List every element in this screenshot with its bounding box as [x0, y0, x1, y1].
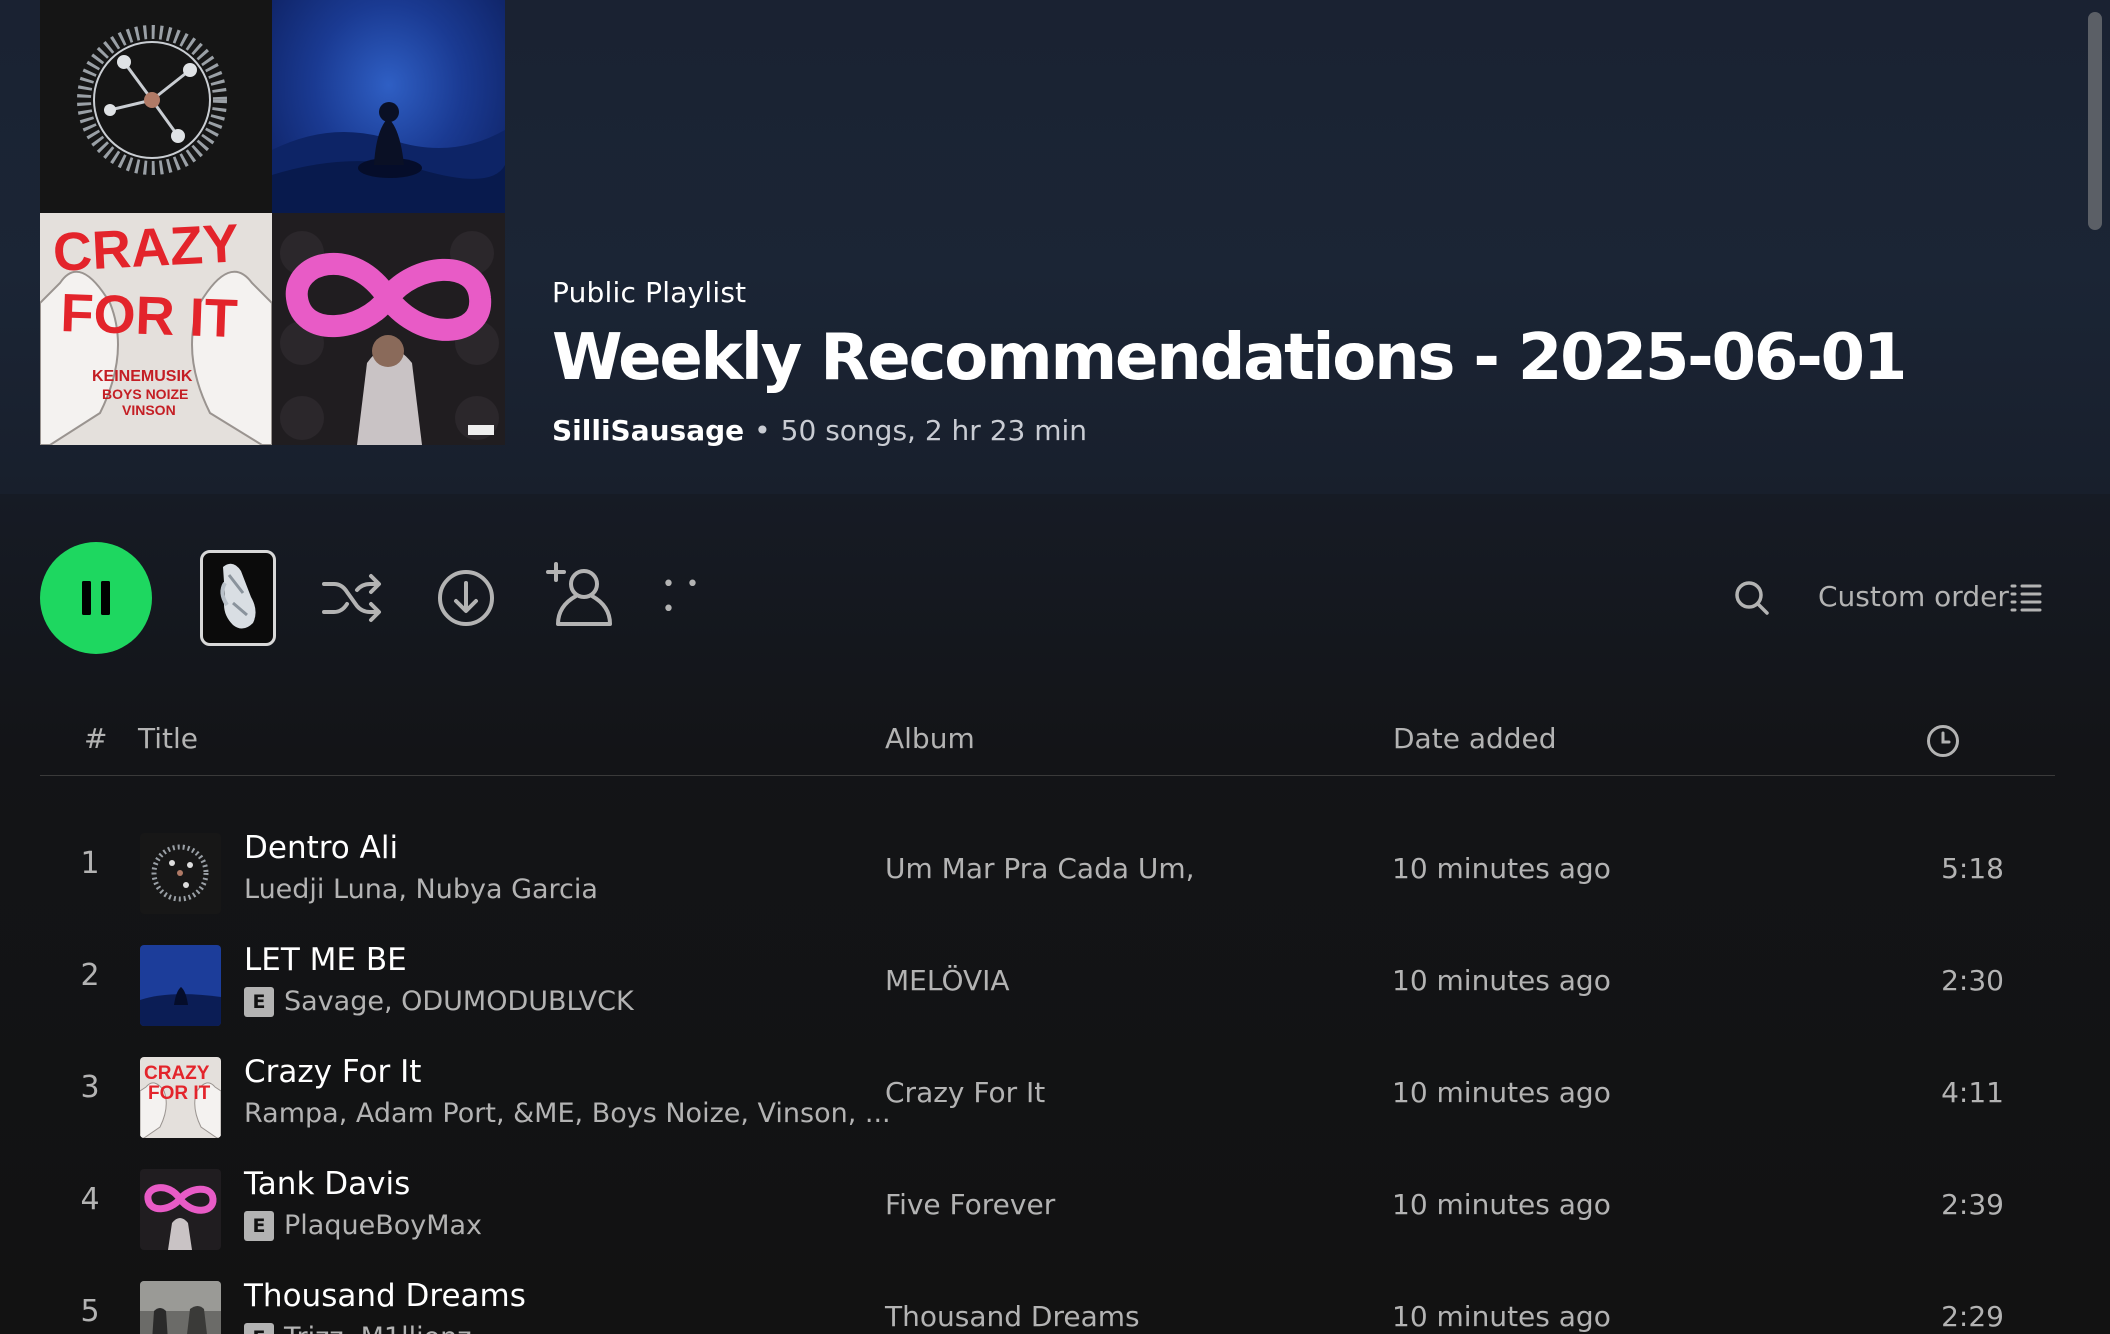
track-date-added: 10 minutes ago: [1392, 852, 1611, 885]
search-icon: [1735, 581, 1769, 615]
pause-button[interactable]: [40, 542, 152, 654]
shuffle-icon: [322, 574, 381, 622]
track-title[interactable]: Dentro Ali: [244, 830, 398, 866]
now-playing-thumbnail[interactable]: [200, 550, 276, 646]
track-art: [140, 1281, 221, 1334]
download-icon: [438, 570, 494, 626]
search-in-playlist-button[interactable]: [1734, 580, 1770, 616]
track-art: CRAZY FOR IT: [140, 1057, 221, 1138]
dentro-ali-art: [40, 0, 272, 213]
track-row[interactable]: 3 CRAZY FOR IT Crazy For It Rampa, Adam …: [40, 1036, 2055, 1140]
list-icon: [2010, 584, 2042, 612]
track-title[interactable]: Tank Davis: [244, 1166, 410, 1202]
scrollbar-thumb[interactable]: [2088, 12, 2102, 230]
track-art: [140, 833, 221, 914]
track-row[interactable]: 5 Thousand Dreams E Trizz, M1llionz Thou…: [40, 1260, 2055, 1334]
playlist-info: Public Playlist Weekly Recommendations -…: [552, 276, 1907, 447]
playlist-cover[interactable]: CRAZY FOR IT KEINEMUSIK BOYS NOIZE VINSO…: [40, 0, 505, 445]
crazy-for-it-art: CRAZY FOR IT KEINEMUSIK BOYS NOIZE VINSO…: [40, 213, 272, 445]
sort-order-label: Custom order: [1818, 580, 2009, 613]
track-title[interactable]: LET ME BE: [244, 942, 407, 978]
header-album[interactable]: Album: [885, 722, 975, 755]
track-duration: 5:18: [1941, 852, 2004, 885]
svg-text:BOYS NOIZE: BOYS NOIZE: [102, 386, 188, 402]
track-duration: 4:11: [1941, 1076, 2004, 1109]
artist-names[interactable]: Rampa, Adam Port, &ME, Boys Noize, Vinso…: [244, 1098, 891, 1129]
header-title[interactable]: Title: [138, 722, 198, 755]
artist-names[interactable]: Trizz, M1llionz: [284, 1322, 471, 1334]
svg-text:CRAZY: CRAZY: [144, 1063, 210, 1084]
track-artists[interactable]: Rampa, Adam Port, &ME, Boys Noize, Vinso…: [244, 1098, 891, 1129]
playlist-owner-link[interactable]: SilliSausage: [552, 414, 744, 447]
track-artists[interactable]: E Savage, ODUMODUBLVCK: [244, 986, 634, 1017]
playlist-stats: 50 songs, 2 hr 23 min: [780, 414, 1088, 448]
header-number: #: [84, 722, 108, 755]
track-duration: 2:39: [1941, 1188, 2004, 1221]
melovia-art: [272, 0, 505, 213]
svg-text:CRAZY: CRAZY: [51, 213, 240, 283]
svg-text:FOR IT: FOR IT: [60, 283, 239, 349]
playlist-type-label: Public Playlist: [552, 276, 747, 309]
track-date-added: 10 minutes ago: [1392, 1076, 1611, 1109]
add-collaborator-icon: [546, 562, 612, 626]
explicit-badge: E: [244, 1322, 274, 1334]
invite-collaborator-button[interactable]: [544, 562, 614, 632]
track-art: [140, 1169, 221, 1250]
track-art: [140, 945, 221, 1026]
playlist-meta: SilliSausage • 50 songs, 2 hr 23 min: [552, 414, 1905, 447]
track-number: 3: [80, 1070, 100, 1105]
track-row[interactable]: 4 Tank Davis E PlaqueBoyMax Five Forever…: [40, 1148, 2055, 1252]
action-bar: • • • Custom order: [40, 542, 2070, 654]
track-album[interactable]: Crazy For It: [885, 1076, 1045, 1109]
track-title[interactable]: Crazy For It: [244, 1054, 421, 1090]
meta-separator: •: [754, 414, 771, 448]
track-title[interactable]: Thousand Dreams: [244, 1278, 526, 1314]
five-forever-art: [272, 213, 505, 445]
track-album[interactable]: Five Forever: [885, 1188, 1055, 1221]
track-date-added: 10 minutes ago: [1392, 964, 1611, 997]
track-date-added: 10 minutes ago: [1392, 1188, 1611, 1221]
playlist-title[interactable]: Weekly Recommendations - 2025-06-01: [552, 324, 1907, 392]
shuffle-button[interactable]: [320, 570, 384, 626]
pause-icon: [82, 581, 110, 615]
track-artists[interactable]: E Trizz, M1llionz: [244, 1322, 471, 1334]
clock-icon[interactable]: [1926, 724, 1960, 758]
track-duration: 2:30: [1941, 964, 2004, 997]
track-number: 1: [80, 846, 100, 881]
track-album[interactable]: MELÖVIA: [885, 964, 1010, 997]
track-artists[interactable]: E PlaqueBoyMax: [244, 1210, 482, 1241]
artist-names[interactable]: Savage, ODUMODUBLVCK: [284, 986, 634, 1017]
track-number: 2: [80, 958, 100, 993]
track-number: 4: [80, 1182, 100, 1217]
track-row[interactable]: 1 Dentro Ali Luedji Luna, Nubya Garcia U…: [40, 812, 2055, 916]
explicit-badge: E: [244, 986, 274, 1017]
more-options-button[interactable]: • • •: [662, 572, 716, 622]
track-album[interactable]: Um Mar Pra Cada Um,: [885, 852, 1195, 885]
track-album[interactable]: Thousand Dreams: [885, 1300, 1140, 1333]
table-header: # Title Album Date added: [40, 716, 2055, 776]
artist-names[interactable]: Luedji Luna, Nubya Garcia: [244, 874, 598, 905]
track-row[interactable]: 2 LET ME BE E Savage, ODUMODUBLVCK MELÖV…: [40, 924, 2055, 1028]
track-duration: 2:29: [1941, 1300, 2004, 1333]
more-options-icon: • • •: [662, 572, 701, 622]
artist-names[interactable]: PlaqueBoyMax: [284, 1210, 482, 1241]
svg-text:VINSON: VINSON: [122, 402, 176, 418]
svg-text:FOR IT: FOR IT: [148, 1083, 211, 1104]
svg-text:KEINEMUSIK: KEINEMUSIK: [92, 368, 193, 385]
explicit-badge: E: [244, 1210, 274, 1241]
track-number: 5: [80, 1294, 100, 1329]
track-artists[interactable]: Luedji Luna, Nubya Garcia: [244, 874, 598, 905]
track-date-added: 10 minutes ago: [1392, 1300, 1611, 1333]
header-date-added[interactable]: Date added: [1393, 722, 1557, 755]
download-button[interactable]: [436, 568, 496, 628]
